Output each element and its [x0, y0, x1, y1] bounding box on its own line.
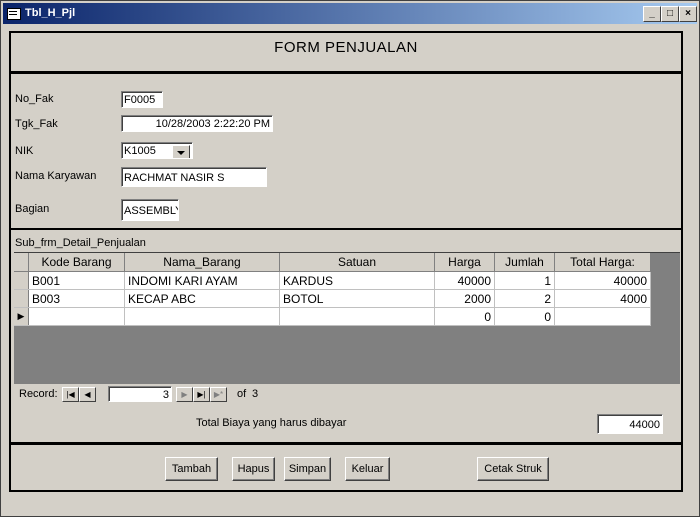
bagian-field[interactable]: ASSEMBLY [121, 199, 179, 221]
col-jumlah[interactable]: Jumlah [494, 253, 555, 272]
cell-total-harga[interactable]: 4000 [554, 289, 651, 308]
cell-nama-barang[interactable]: KECAP ABC [124, 289, 280, 308]
window-title: Tbl_H_Pjl [25, 7, 76, 19]
nik-combo[interactable]: K1005 [121, 142, 193, 159]
title-bar[interactable]: Tbl_H_Pjl _ □ × [3, 3, 697, 24]
tgk-fak-field[interactable]: 10/28/2003 2:22:20 PM [121, 115, 273, 132]
no-fak-field[interactable]: F0005 [121, 91, 163, 108]
cell-kode-barang[interactable]: B003 [28, 289, 125, 308]
cell-jumlah[interactable]: 0 [494, 307, 555, 326]
cell-harga[interactable]: 40000 [434, 271, 495, 290]
nik-value: K1005 [124, 145, 156, 157]
tgk-fak-label: Tgk_Fak [15, 118, 58, 130]
col-harga[interactable]: Harga [434, 253, 495, 272]
grid-header-row: Kode Barang Nama_Barang Satuan Harga Jum… [14, 253, 651, 272]
select-all-corner[interactable] [14, 253, 29, 272]
tambah-button[interactable]: Tambah [165, 457, 218, 481]
row-selector[interactable] [14, 271, 29, 290]
prev-record-icon[interactable]: ◀ [79, 387, 96, 402]
hapus-button[interactable]: Hapus [232, 457, 275, 481]
table-row[interactable]: B001 INDOMI KARI AYAM KARDUS 40000 1 400… [14, 271, 651, 290]
record-total: 3 [252, 388, 259, 400]
no-fak-label: No_Fak [15, 93, 54, 105]
current-record-icon[interactable]: ▶ [14, 307, 29, 326]
cell-satuan[interactable]: BOTOL [279, 289, 435, 308]
cell-total-harga[interactable] [554, 307, 651, 326]
col-total-harga[interactable]: Total Harga: [554, 253, 651, 272]
form-window: Tbl_H_Pjl _ □ × FORM PENJUALAN No_Fak F0… [0, 0, 700, 517]
cell-satuan[interactable]: KARDUS [279, 271, 435, 290]
cell-harga[interactable]: 2000 [434, 289, 495, 308]
cell-nama-barang[interactable] [124, 307, 280, 326]
row-selector[interactable] [14, 289, 29, 308]
record-number-field[interactable]: 3 [108, 386, 172, 402]
nik-label: NIK [15, 145, 34, 157]
first-record-icon[interactable]: |◀ [62, 387, 79, 402]
form-detail: No_Fak F0005 Tgk_Fak 10/28/2003 2:22:20 … [9, 72, 683, 230]
chevron-down-icon[interactable] [172, 145, 190, 158]
cell-jumlah[interactable]: 2 [494, 289, 555, 308]
record-navigator: Record: |◀ ◀ 3 ▶ ▶| ▶* of 3 [14, 384, 680, 404]
minimize-button[interactable]: _ [643, 6, 661, 22]
form-icon [7, 8, 21, 20]
table-row[interactable]: B003 KECAP ABC BOTOL 2000 2 4000 [14, 289, 651, 308]
bagian-label: Bagian [15, 203, 50, 215]
total-field[interactable]: 44000 [597, 414, 663, 434]
maximize-button[interactable]: □ [661, 6, 679, 22]
record-label: Record: [19, 388, 58, 400]
cell-kode-barang[interactable]: B001 [28, 271, 125, 290]
col-satuan[interactable]: Satuan [279, 253, 435, 272]
button-section: Tambah Hapus Simpan Keluar Cetak Struk [9, 442, 683, 492]
last-record-icon[interactable]: ▶| [193, 387, 210, 402]
cell-kode-barang[interactable] [28, 307, 125, 326]
cetak-struk-button[interactable]: Cetak Struk [477, 457, 549, 481]
cell-satuan[interactable] [279, 307, 435, 326]
form-title: FORM PENJUALAN [274, 39, 418, 56]
total-section: Total Biaya yang harus dibayar 44000 [9, 406, 683, 443]
next-record-icon[interactable]: ▶ [176, 387, 193, 402]
subform-datasheet[interactable]: Kode Barang Nama_Barang Satuan Harga Jum… [14, 252, 680, 403]
nama-karyawan-field[interactable]: RACHMAT NASIR S [121, 167, 267, 187]
col-nama-barang[interactable]: Nama_Barang [124, 253, 280, 272]
nama-karyawan-label: Nama Karyawan [15, 170, 97, 182]
total-label: Total Biaya yang harus dibayar [196, 417, 347, 429]
form-header: FORM PENJUALAN [9, 31, 683, 73]
keluar-button[interactable]: Keluar [345, 457, 390, 481]
col-kode-barang[interactable]: Kode Barang [28, 253, 125, 272]
cell-harga[interactable]: 0 [434, 307, 495, 326]
simpan-button[interactable]: Simpan [284, 457, 331, 481]
subform-section: Sub_frm_Detail_Penjualan Kode Barang Nam… [9, 228, 683, 408]
of-label: of [237, 388, 247, 400]
new-record-icon[interactable]: ▶* [210, 387, 227, 402]
detail-grid: Kode Barang Nama_Barang Satuan Harga Jum… [14, 253, 651, 326]
subform-label: Sub_frm_Detail_Penjualan [15, 237, 146, 249]
close-button[interactable]: × [679, 6, 697, 22]
table-row-new[interactable]: ▶ 0 0 [14, 307, 651, 326]
cell-nama-barang[interactable]: INDOMI KARI AYAM [124, 271, 280, 290]
cell-total-harga[interactable]: 40000 [554, 271, 651, 290]
cell-jumlah[interactable]: 1 [494, 271, 555, 290]
